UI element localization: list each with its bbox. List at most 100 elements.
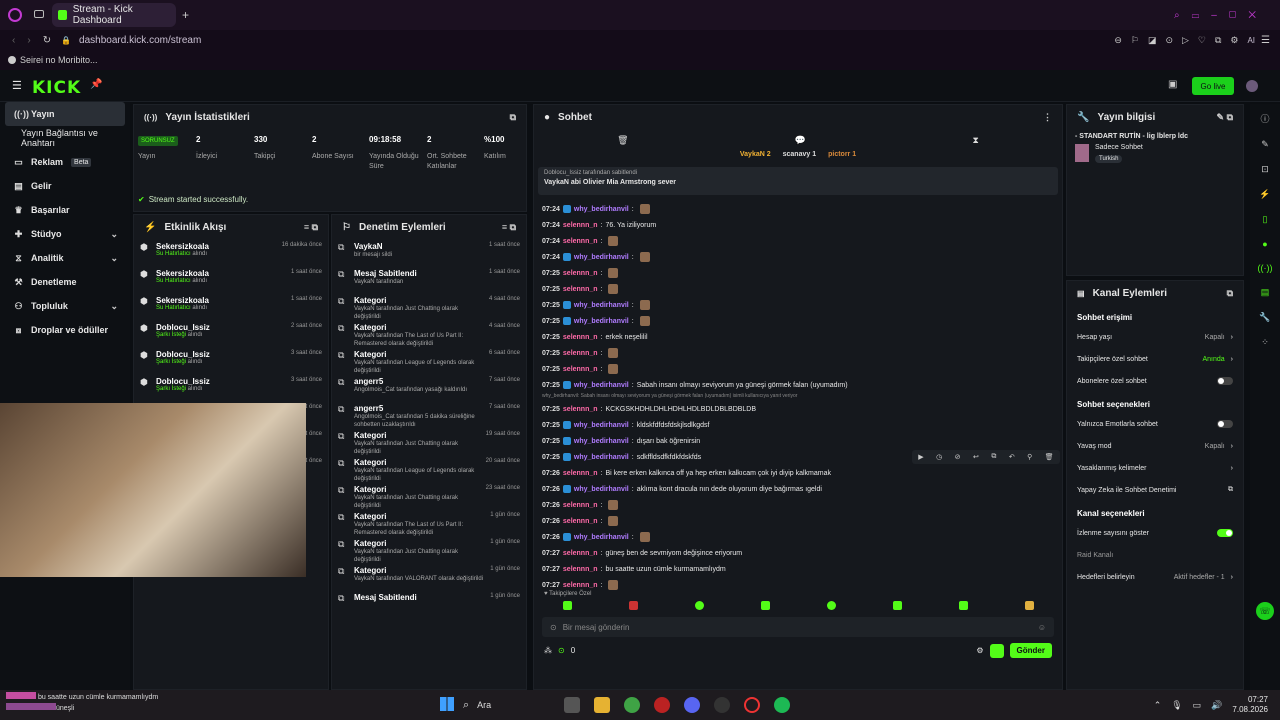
setting-row[interactable]: Yapay Zeka ile Sohbet Denetimi ⧉ [1067,479,1243,501]
emote-icon[interactable] [826,600,836,610]
message-user[interactable]: selennn_n [563,238,598,245]
url-field[interactable]: dashboard.kick.com/stream [79,35,201,46]
chat-message[interactable]: 07:24 why_bedirhanvil: [542,249,1054,265]
list-item[interactable]: ⧉ Kategori VaykaN tarafından League of L… [332,347,526,374]
back-icon[interactable]: ‹ [12,35,15,46]
message-user[interactable]: why_bedirhanvil [574,534,629,541]
chat-message[interactable]: 07:24 why_bedirhanvil: [542,201,1054,217]
clock-icon[interactable]: ◷ [936,453,942,461]
chat-message[interactable]: 07:25 why_bedirhanvil: [542,297,1054,313]
opera-logo-icon[interactable] [8,8,22,22]
chat-message[interactable]: 07:25 why_bedirhanvil: Sabah insanı olma… [542,377,1054,393]
emote-icon[interactable] [892,600,902,610]
setting-row[interactable]: Hesap yaşı Kapalı › [1067,326,1243,348]
toggle-switch[interactable] [1217,377,1233,385]
opera-icon[interactable] [744,697,761,713]
list-item[interactable]: ⧉ Kategori VaykaN tarafından Just Chatti… [332,482,526,509]
sidebar-item-topluluk[interactable]: ⚇ Topluluk ⌄ [0,294,130,318]
lightning-icon[interactable]: ⚡ [1259,189,1270,200]
copy-icon[interactable]: ⧉ [991,453,996,461]
chat-message[interactable]: 07:27 selennn_n: güneş ben de sevmiyom d… [542,545,1054,561]
obs-icon[interactable] [714,697,731,713]
sidebar-item-gelir[interactable]: ▤ Gelir [0,174,130,198]
hourglass-icon[interactable]: ⧗ [972,135,978,146]
sidebar-item-basarilar[interactable]: ♛ Başarılar [0,198,130,222]
go-live-button[interactable]: Go live [1192,77,1234,95]
popout-icon[interactable]: ⧉ [1227,288,1233,299]
reload-icon[interactable]: ↻ [43,35,51,46]
message-user[interactable]: why_bedirhanvil [574,454,629,461]
list-item[interactable]: ⧉ Kategori VaykaN tarafından Just Chatti… [332,536,526,563]
list-item[interactable]: ⬢ Doblocu_Issiz Şarkı İsteği alındı 3 sa… [134,347,328,374]
list-item[interactable]: ⬢ Doblocu_Issiz Şarkı İsteği alındı 2 sa… [134,320,328,347]
list-item[interactable]: ⧉ Kategori VaykaN tarafından VALORANT ol… [332,563,526,590]
chat-message[interactable]: 07:24 selennn_n: [542,233,1054,249]
tab-icon[interactable] [34,10,44,18]
broadcast-icon[interactable]: ((·)) [1258,263,1273,273]
sidebar-item-stream-key[interactable]: Yayın Bağlantısı ve Anahtarı [0,126,130,150]
chat-icon[interactable]: ● [1262,239,1267,249]
message-user[interactable]: selennn_n [563,334,598,341]
chat-message[interactable]: 07:26 selennn_n: Bi kere erken kalkınca … [542,465,1054,481]
message-user[interactable]: selennn_n [563,582,598,589]
kick-emote-icon[interactable] [989,643,1004,658]
sidebar-item-denetleme[interactable]: ⚒ Denetleme [0,270,130,294]
list-item[interactable]: ⧉ Kategori VaykaN tarafından Just Chatti… [332,293,526,320]
message-user[interactable]: selennn_n [563,350,598,357]
message-user[interactable]: selennn_n [563,270,598,277]
emoji-icon[interactable]: ☺ [1038,623,1046,632]
message-user[interactable]: why_bedirhanvil [574,318,629,325]
windows-start-icon[interactable] [440,697,456,713]
ai-button[interactable]: AI [1247,36,1255,45]
emote-icon[interactable] [694,600,704,610]
setting-row[interactable]: Abonelere özel sohbet [1067,370,1243,392]
nodes-icon[interactable]: ⁘ [1261,337,1269,348]
edit-icon[interactable]: ✎ [1261,139,1269,150]
message-user[interactable]: why_bedirhanvil [574,422,629,429]
list-item[interactable]: ⧉ angerr5 Angolmois_Cat tarafından yasağ… [332,374,526,401]
clock[interactable]: 07:27 7.08.2026 [1232,695,1268,715]
chat-bubble-icon[interactable]: 💬 [795,135,806,146]
filter-icon[interactable]: ≡ ⧉ [502,222,516,233]
message-user[interactable]: selennn_n [563,286,598,293]
sidebar-item-droplar[interactable]: ⧈ Droplar ve ödüller [0,318,130,342]
message-user[interactable]: selennn_n [563,566,598,573]
send-button[interactable]: Gönder [1009,643,1052,658]
chat-message[interactable]: 07:26 why_bedirhanvil: [542,529,1054,545]
chat-message[interactable]: 07:25 why_bedirhanvil: kldskfdfdsfdskjls… [542,417,1054,433]
browser-toolbar-icons[interactable]: ⊖⚐◪⊙▷♡⧉⚙ [1114,35,1247,46]
list-item[interactable]: ⧉ Kategori VaykaN tarafından Just Chatti… [332,428,526,455]
tab-stream-dashboard[interactable]: Stream - Kick Dashboard [52,3,176,27]
chat-message[interactable]: 07:27 selennn_n: bu saatte uzun cümle ku… [542,561,1054,577]
list-item[interactable]: ⧉ Kategori VaykaN tarafından League of L… [332,455,526,482]
sidebar-item-reklam[interactable]: ▭ Reklam Beta [0,150,130,174]
list-item[interactable]: ⬢ Sekersizkoala Su Hatırlatıcı alındı 1 … [134,266,328,293]
setting-row[interactable]: Yasaklanmış kelimeler › [1067,457,1243,479]
message-user[interactable]: why_bedirhanvil [574,206,629,213]
info-icon[interactable]: ⓘ [1260,112,1269,125]
chat-message[interactable]: 07:26 selennn_n: [542,513,1054,529]
leaderboard-entry[interactable]: VaykaN 2 [740,151,771,165]
wrench-icon[interactable]: 🔧 [1259,312,1270,323]
leaderboard-entry[interactable]: scanavy 1 [783,151,816,165]
chat-message[interactable]: 07:24 selennn_n: 76. Ya iziliyorum [542,217,1054,233]
chrome-icon[interactable] [624,697,641,713]
chat-message[interactable]: 07:25 why_bedirhanvil: dışarı bak öğreni… [542,433,1054,449]
taskbar-search[interactable]: Ara [477,700,557,710]
slash-icon[interactable]: ⊘ [955,453,961,461]
chat-message[interactable]: 07:25 selennn_n: KCKGSKHDHLDHLHDHLHDLBDL… [542,401,1054,417]
list-item[interactable]: ⧉ Kategori VaykaN tarafından The Last of… [332,509,526,536]
setting-row[interactable]: Raid Kanalı [1067,544,1243,566]
kick-logo[interactable]: KICK [32,78,81,98]
message-user[interactable]: selennn_n [563,502,598,509]
setting-row[interactable]: Takipçilere özel sohbet Anında › [1067,348,1243,370]
file-explorer-icon[interactable] [594,697,611,713]
chat-message[interactable]: 07:27 selennn_n: [542,577,1054,591]
message-user[interactable]: selennn_n [563,222,598,229]
popout-icon[interactable]: ⧉ [510,112,516,123]
setting-row[interactable]: İzlenme sayısını göster [1067,522,1243,544]
undo-icon[interactable]: ↶ [1009,453,1015,461]
pin-icon[interactable]: 📌 [90,79,102,90]
avatar[interactable] [1246,80,1258,92]
spotify-icon[interactable] [774,697,791,713]
